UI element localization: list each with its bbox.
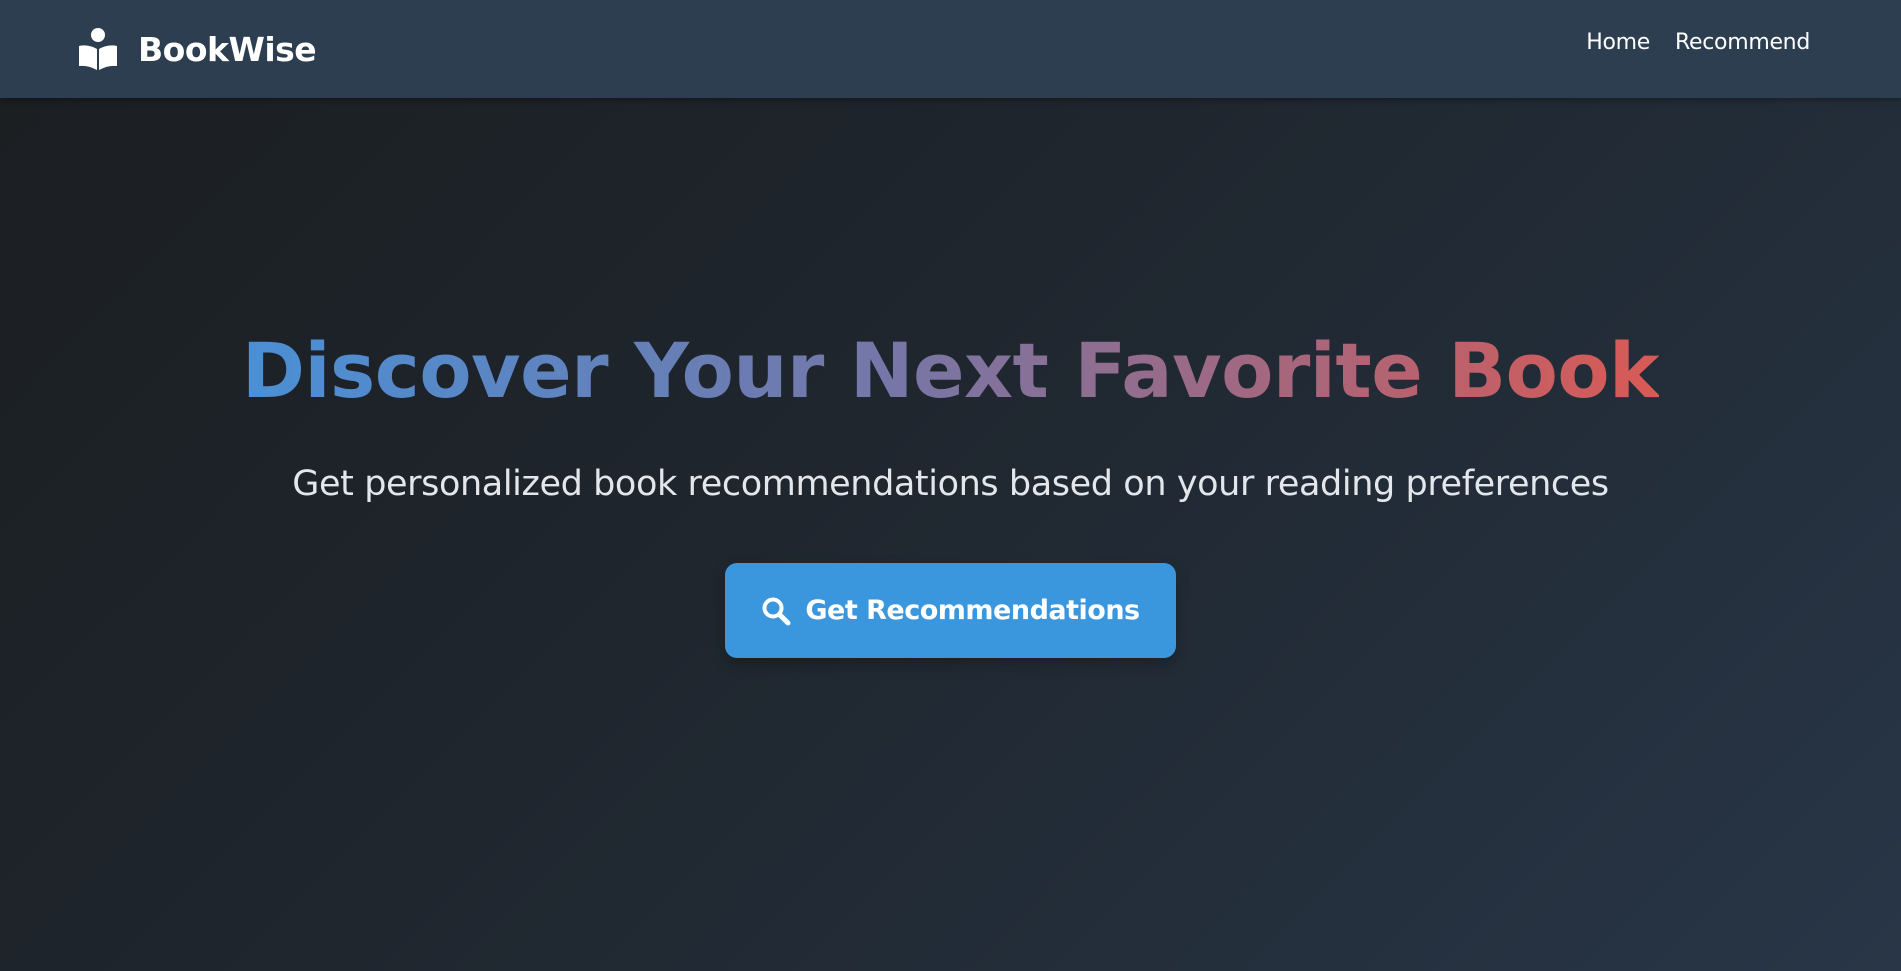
hero-section: Discover Your Next Favorite Book Get per… bbox=[0, 98, 1901, 971]
reader-book-icon bbox=[79, 28, 117, 70]
hero-title-text: Discover Your Next Favorite Book bbox=[241, 326, 1660, 415]
nav-link-recommend[interactable]: Recommend bbox=[1675, 30, 1810, 55]
get-recommendations-button[interactable]: Get Recommendations bbox=[725, 563, 1176, 658]
search-icon bbox=[762, 597, 791, 625]
hero-subtitle: Get personalized book recommendations ba… bbox=[292, 464, 1609, 504]
navbar: BookWise Home Recommend bbox=[0, 0, 1901, 98]
brand-logo[interactable]: BookWise bbox=[78, 26, 317, 72]
hero-title: Discover Your Next Favorite Book bbox=[0, 323, 1901, 419]
nav-link-home[interactable]: Home bbox=[1586, 30, 1650, 55]
get-recommendations-label: Get Recommendations bbox=[805, 595, 1140, 626]
brand-name: BookWise bbox=[138, 29, 317, 69]
nav-links: Home Recommend bbox=[1561, 30, 1810, 55]
